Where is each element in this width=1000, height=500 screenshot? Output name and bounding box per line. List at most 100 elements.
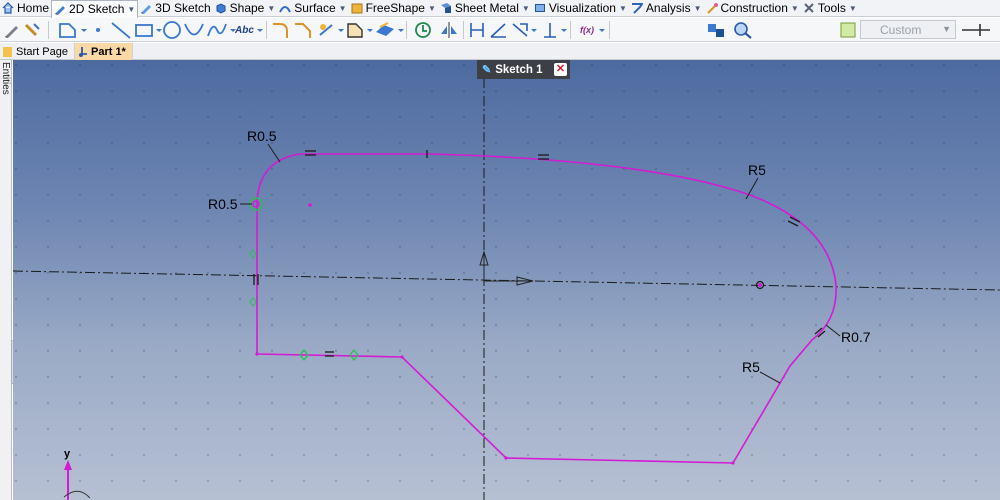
chevron-down-icon[interactable]: ▼ xyxy=(849,4,857,13)
chevron-down-icon[interactable]: ▼ xyxy=(619,4,627,13)
tab-3d-sketch[interactable]: 3D Sketch xyxy=(138,0,212,17)
angle-dimension-icon[interactable] xyxy=(488,20,508,40)
tab-freeshape-label: FreeShape xyxy=(365,1,425,15)
analysis-icon xyxy=(631,2,644,14)
construction-icon xyxy=(706,2,718,14)
preset-dropdown-value: Custom xyxy=(880,22,922,37)
toolbar-divider xyxy=(406,21,407,39)
dimension-icon[interactable] xyxy=(467,20,487,40)
equation-button[interactable]: f(x) xyxy=(580,20,594,40)
tab-2d-sketch-label: 2D Sketch xyxy=(69,2,125,16)
toolbar-divider xyxy=(463,21,464,39)
freeshape-icon xyxy=(351,2,363,14)
tab-sheet-metal-label: Sheet Metal xyxy=(454,1,519,15)
constraint-icon[interactable] xyxy=(541,20,559,40)
sheet-metal-icon xyxy=(440,2,452,14)
point-icon[interactable] xyxy=(93,20,103,40)
mirror-icon[interactable] xyxy=(438,20,460,40)
look-at-icon[interactable] xyxy=(412,20,434,40)
chevron-down-icon[interactable] xyxy=(337,20,345,40)
tab-sheet-metal[interactable]: Sheet Metal ▼ xyxy=(438,0,532,17)
project-icon[interactable] xyxy=(374,20,396,40)
surface-icon xyxy=(279,2,292,14)
chevron-down-icon[interactable]: ▼ xyxy=(127,5,135,14)
tools-icon xyxy=(803,2,815,14)
tab-start-page[interactable]: Start Page xyxy=(0,43,75,60)
tab-home[interactable]: Home xyxy=(0,0,51,17)
chevron-down-icon[interactable] xyxy=(366,20,374,40)
chevron-down-icon[interactable]: ▼ xyxy=(267,4,275,13)
pin-icon[interactable] xyxy=(960,20,992,40)
tab-tools[interactable]: Tools ▼ xyxy=(801,0,859,17)
tab-freeshape[interactable]: FreeShape ▼ xyxy=(349,0,438,17)
chevron-down-icon[interactable]: ▼ xyxy=(428,4,436,13)
tab-construction-label: Construction xyxy=(720,1,788,15)
tab-visualization-label: Visualization xyxy=(548,1,616,15)
chevron-down-icon[interactable]: ▼ xyxy=(694,4,702,13)
chevron-down-icon[interactable]: ▼ xyxy=(791,4,799,13)
sketch-tab-label: Sketch 1 xyxy=(495,63,543,76)
tab-visualization[interactable]: Visualization ▼ xyxy=(532,0,629,17)
offset-icon[interactable] xyxy=(345,20,365,40)
arc-icon[interactable] xyxy=(183,20,205,40)
tab-part-1[interactable]: Part 1* xyxy=(74,43,133,60)
tab-part-1-label: Part 1* xyxy=(90,45,126,58)
chamfer-icon[interactable] xyxy=(293,20,313,40)
ribbon-tab-bar: Home 2D Sketch ▼ 3D Sketch Shape ▼ Surfa… xyxy=(0,0,1000,18)
tab-construction[interactable]: Construction ▼ xyxy=(704,0,801,17)
pencil-icon[interactable] xyxy=(3,20,21,40)
start-page-icon xyxy=(3,46,12,57)
chevron-down-icon: ▼ xyxy=(942,24,951,34)
sketch-tab[interactable]: ✎ Sketch 1 ✕ xyxy=(477,60,570,79)
toolbar-divider xyxy=(48,21,49,39)
dimension-radius-left-center[interactable]: R0.5 xyxy=(208,196,238,212)
y-axis-label: y xyxy=(64,448,71,460)
chevron-down-icon[interactable]: ▼ xyxy=(339,4,347,13)
entities-panel-label: Entities xyxy=(0,62,11,95)
fillet-icon[interactable] xyxy=(271,20,291,40)
shape-icon xyxy=(215,2,227,14)
close-icon[interactable]: ✕ xyxy=(554,63,567,76)
tab-analysis[interactable]: Analysis ▼ xyxy=(629,0,704,17)
chevron-down-icon[interactable]: ▼ xyxy=(522,4,530,13)
tab-home-label: Home xyxy=(17,1,50,15)
part-icon xyxy=(78,46,87,57)
dimension-radius-bottom-right[interactable]: R5 xyxy=(742,359,760,375)
entities-panel[interactable]: Entities xyxy=(0,60,15,500)
radius-dimension-icon[interactable] xyxy=(510,20,530,40)
text-tool-button[interactable]: Abc xyxy=(235,20,254,40)
tab-2d-sketch[interactable]: 2D Sketch ▼ xyxy=(51,0,139,18)
chevron-down-icon[interactable] xyxy=(397,20,405,40)
tab-analysis-label: Analysis xyxy=(645,1,691,15)
sketch-canvas[interactable]: R0.5 R0.5 R5 R0.7 R5 y xyxy=(13,60,1000,500)
circle-icon[interactable] xyxy=(162,20,182,40)
show-constraints-icon[interactable] xyxy=(706,20,728,40)
tab-start-page-label: Start Page xyxy=(16,45,68,58)
zoom-fit-icon[interactable] xyxy=(733,20,755,40)
tab-surface-label: Surface xyxy=(294,1,336,15)
brush-icon[interactable] xyxy=(22,20,42,40)
polyline-icon[interactable] xyxy=(57,20,79,40)
dimension-radius-top-right[interactable]: R5 xyxy=(748,162,766,178)
trim-icon[interactable] xyxy=(317,20,337,40)
dimension-radius-top-left[interactable]: R0.5 xyxy=(247,128,277,144)
rectangle-icon[interactable] xyxy=(134,20,154,40)
tab-shape-label: Shape xyxy=(229,1,265,15)
tab-3d-sketch-label: 3D Sketch xyxy=(155,1,211,15)
visualization-icon xyxy=(534,2,546,14)
preset-dropdown[interactable]: Custom ▼ xyxy=(860,20,956,39)
preset-icon xyxy=(840,20,856,40)
chevron-down-icon[interactable] xyxy=(560,20,568,40)
toolbar-divider xyxy=(266,21,267,39)
dimension-radius-right[interactable]: R0.7 xyxy=(841,329,871,345)
sketch-toolbar: Abc f(x) Custom ▼ xyxy=(0,18,1000,42)
line-icon[interactable] xyxy=(110,20,132,40)
sketch-2d-icon xyxy=(54,3,66,15)
spline-icon[interactable] xyxy=(206,20,228,40)
chevron-down-icon[interactable] xyxy=(80,20,88,40)
tab-shape[interactable]: Shape ▼ xyxy=(213,0,278,17)
tab-surface[interactable]: Surface ▼ xyxy=(277,0,348,17)
chevron-down-icon[interactable] xyxy=(256,20,264,40)
chevron-down-icon[interactable] xyxy=(530,20,538,40)
chevron-down-icon[interactable] xyxy=(598,20,606,40)
